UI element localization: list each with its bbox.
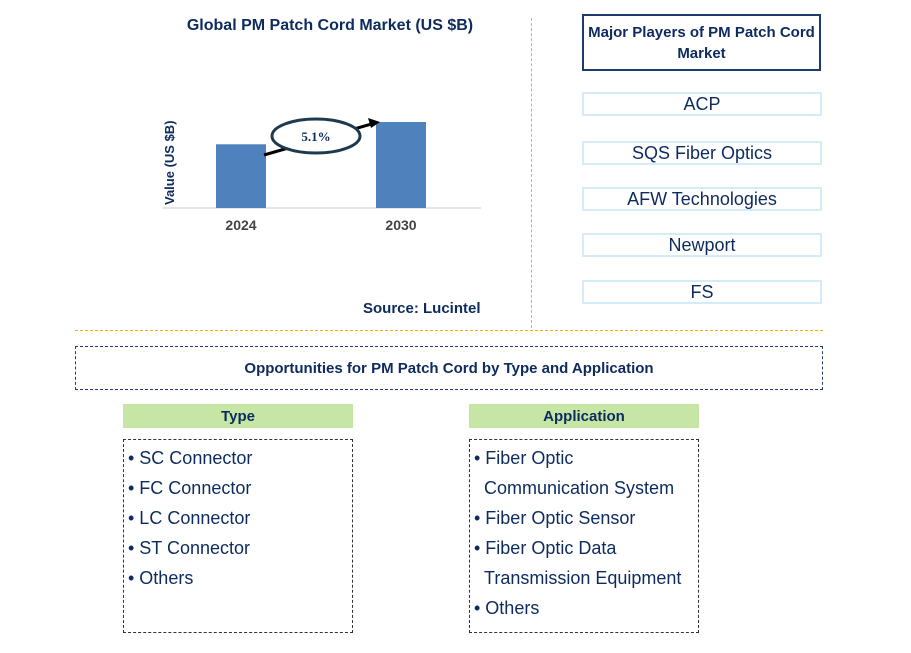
list-item: • SC Connector	[128, 448, 253, 468]
bar-2024	[216, 144, 266, 208]
horizontal-divider	[75, 330, 823, 331]
player-item: FS	[582, 280, 822, 304]
opportunities-title: Opportunities for PM Patch Cord by Type …	[75, 346, 823, 390]
bar-chart: Value (US $B) 5.1% 2024 2030	[162, 117, 481, 233]
type-header: Type	[123, 404, 353, 428]
list-item: • FC Connector	[128, 478, 252, 498]
x-tick-2024: 2024	[225, 217, 256, 233]
bar-2030	[376, 122, 426, 208]
application-header: Application	[469, 404, 699, 428]
player-item: ACP	[582, 92, 822, 116]
type-list: • SC Connector • FC Connector • LC Conne…	[123, 439, 353, 633]
y-axis-label: Value (US $B)	[162, 120, 177, 205]
list-item-cont: Transmission Equipment	[484, 568, 682, 588]
source-label: Source: Lucintel	[363, 300, 481, 317]
list-item: • Fiber Optic Sensor	[474, 508, 636, 528]
list-item: • Fiber Optic	[474, 448, 574, 468]
cagr-label: 5.1%	[301, 129, 330, 144]
list-item: • ST Connector	[128, 538, 251, 558]
list-item: • Fiber Optic Data	[474, 538, 617, 558]
list-item: • LC Connector	[128, 508, 251, 528]
list-item: • Others	[474, 598, 540, 618]
player-item: Newport	[582, 233, 822, 257]
list-item-cont: Communication System	[484, 478, 675, 498]
vertical-divider	[531, 18, 532, 328]
list-item: • Others	[128, 568, 194, 588]
x-tick-2030: 2030	[385, 217, 416, 233]
chart-title: Global PM Patch Cord Market (US $B)	[186, 17, 474, 34]
players-title: Major Players of PM Patch Cord Market	[582, 14, 821, 71]
application-list: • Fiber Optic Communication System • Fib…	[469, 439, 699, 633]
player-item: SQS Fiber Optics	[582, 141, 822, 165]
player-item: AFW Technologies	[582, 187, 822, 211]
